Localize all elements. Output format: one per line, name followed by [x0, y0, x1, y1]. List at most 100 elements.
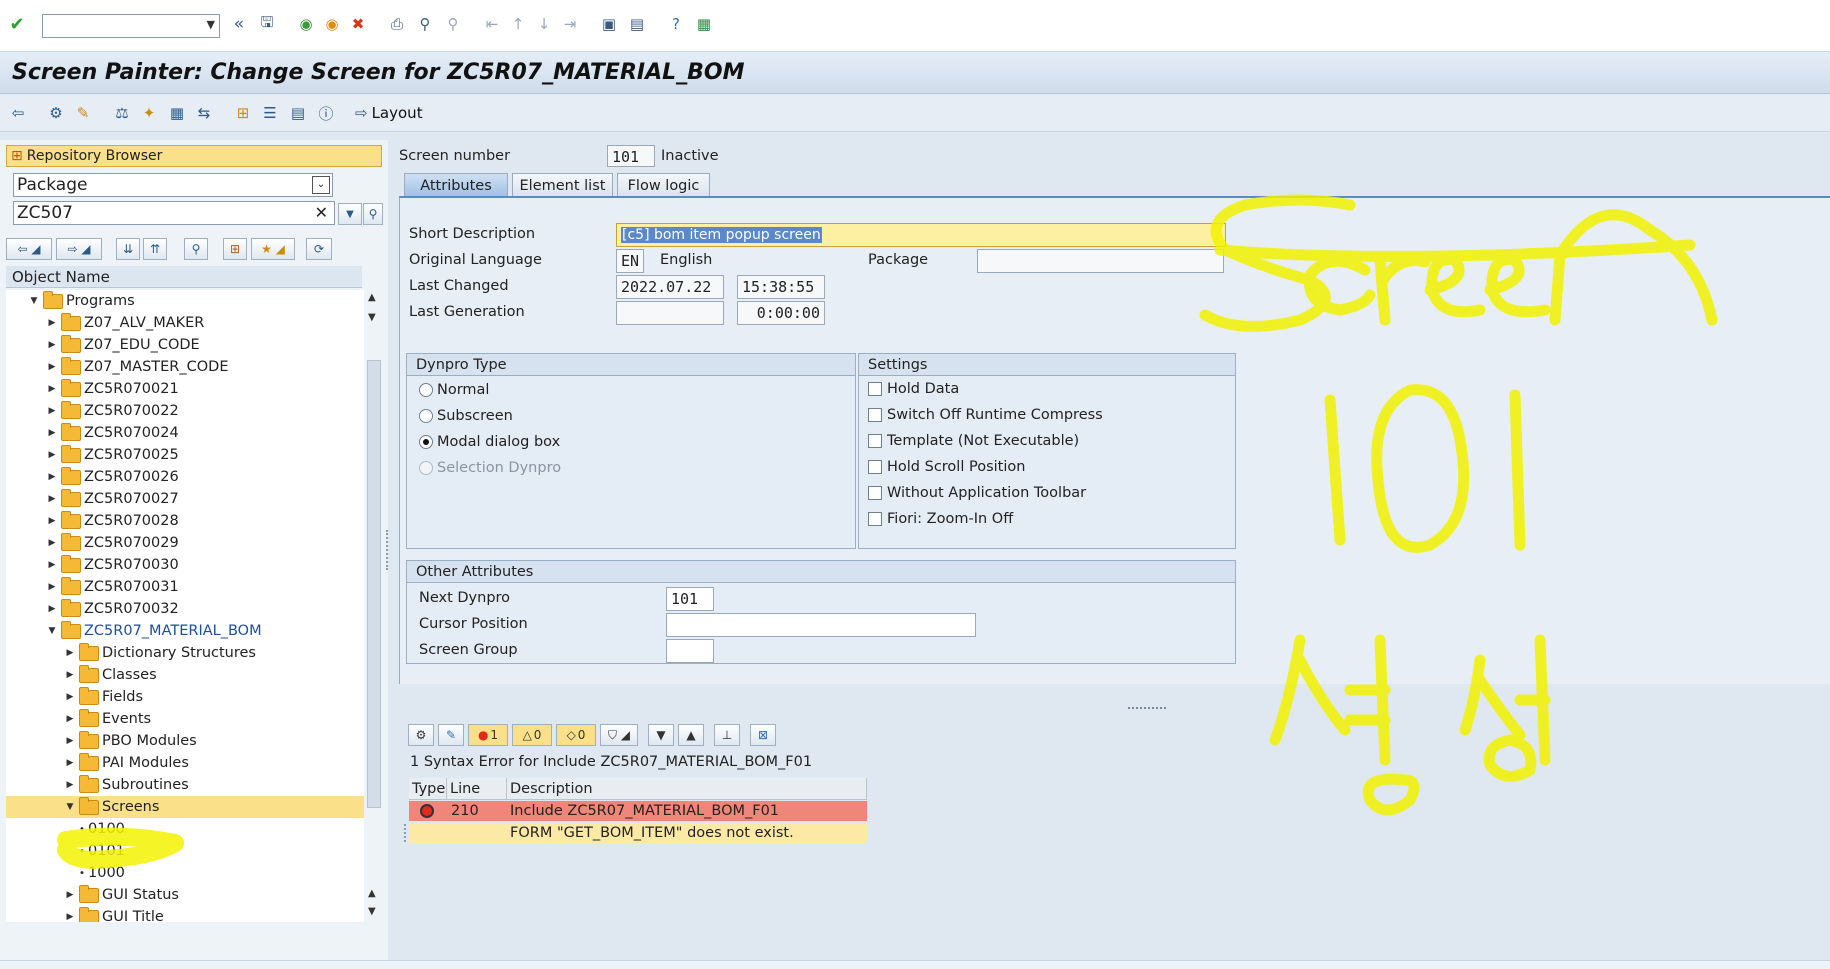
collapsed-arrow-icon[interactable]: ▶ — [46, 472, 58, 482]
expanded-arrow-icon[interactable]: ▼ — [46, 626, 58, 636]
close-log-icon[interactable]: ⊠ — [750, 724, 776, 746]
find-next-icon[interactable]: ⚲ — [442, 13, 464, 35]
collapsed-arrow-icon[interactable]: ▶ — [46, 516, 58, 526]
column-header-line[interactable]: Line — [447, 778, 507, 800]
tree-folder-item[interactable]: ▶ Z07_ALV_MAKER — [6, 312, 364, 334]
tree-folder-item[interactable]: ▶ Dictionary Structures — [6, 642, 364, 664]
collapsed-arrow-icon[interactable]: ▶ — [64, 714, 76, 724]
last-page-icon[interactable]: ⇥ — [559, 13, 581, 35]
help-icon[interactable]: ? — [665, 13, 687, 35]
horizontal-splitter[interactable] — [394, 704, 1830, 716]
test-icon[interactable]: ▦ — [166, 102, 188, 124]
favorites-star-icon[interactable]: ★ ◢ — [251, 238, 295, 260]
tree-folder-item[interactable]: ▶ PBO Modules — [6, 730, 364, 752]
log-splitter-handle[interactable] — [404, 824, 408, 842]
radio-normal[interactable]: Normal — [419, 382, 489, 398]
warnings-filter-button[interactable]: △ 0 — [512, 724, 552, 746]
checkbox-hold-scroll-position[interactable]: Hold Scroll Position — [868, 459, 1025, 475]
collapsed-arrow-icon[interactable]: ▶ — [46, 340, 58, 350]
tree-folder-item[interactable]: ▶ ZC5R070031 — [6, 576, 364, 598]
next-dynpro-input[interactable]: 101 — [666, 587, 714, 611]
cancel-icon[interactable]: ✖ — [347, 13, 369, 35]
prev-page-icon[interactable]: ↑ — [507, 13, 529, 35]
tree-folder-item[interactable]: ▶ Subroutines — [6, 774, 364, 796]
tree-folder-item[interactable]: ▶ Events — [6, 708, 364, 730]
new-session-icon[interactable]: ▣ — [598, 13, 620, 35]
sort-up-icon[interactable]: ▲ — [678, 724, 704, 746]
enter-icon[interactable]: ✔ — [6, 13, 28, 35]
screen-group-input[interactable] — [666, 639, 714, 663]
customize-icon[interactable]: ▦ — [693, 13, 715, 35]
tree-leaf-item[interactable]: • 0101 — [6, 840, 364, 862]
collapsed-arrow-icon[interactable]: ▶ — [46, 450, 58, 460]
tree-scrollbar[interactable]: ▲ ▼ ▲ ▼ — [366, 290, 382, 922]
collapsed-arrow-icon[interactable]: ▶ — [46, 406, 58, 416]
find-icon[interactable]: ⚲ — [414, 13, 436, 35]
expanded-arrow-icon[interactable]: ▼ — [64, 802, 76, 812]
tree-leaf-item[interactable]: • 0100 — [6, 818, 364, 840]
radio-modal-dialog[interactable]: Modal dialog box — [419, 434, 560, 450]
edit-icon[interactable]: ✎ — [438, 724, 464, 746]
collapsed-arrow-icon[interactable]: ▶ — [64, 890, 76, 900]
collapsed-arrow-icon[interactable]: ▶ — [46, 560, 58, 570]
radio-subscreen[interactable]: Subscreen — [419, 408, 513, 424]
collapsed-arrow-icon[interactable]: ▶ — [46, 384, 58, 394]
short-description-input[interactable]: [c5] bom item popup screen — [616, 223, 1226, 247]
tree-folder-item[interactable]: ▼ Programs — [6, 290, 364, 312]
first-page-icon[interactable]: ⇤ — [481, 13, 503, 35]
panel-splitter-handle[interactable] — [386, 530, 390, 570]
collapsed-arrow-icon[interactable]: ▶ — [46, 362, 58, 372]
tree-folder-item[interactable]: ▶ ZC5R070026 — [6, 466, 364, 488]
collapse-all-icon[interactable]: ⇈ — [143, 238, 167, 260]
save-icon[interactable]: 🖫 — [256, 13, 278, 35]
tab-attributes[interactable]: Attributes — [404, 173, 508, 197]
scroll-thumb[interactable] — [367, 360, 381, 808]
tree-folder-item[interactable]: ▶ Classes — [6, 664, 364, 686]
chevron-down-icon[interactable]: ⌄ — [312, 176, 330, 194]
tree-folder-item[interactable]: ▶ ZC5R070030 — [6, 554, 364, 576]
other-object-icon[interactable]: ⚙ — [45, 102, 67, 124]
tree-folder-item[interactable]: ▶ ZC5R070028 — [6, 510, 364, 532]
dropdown-button[interactable]: ▼ — [338, 203, 362, 225]
scroll-up-icon[interactable]: ▲ — [368, 292, 376, 303]
filter-icon[interactable]: ⛉ ◢ — [600, 724, 638, 746]
tree-folder-item[interactable]: ▶ ZC5R070025 — [6, 444, 364, 466]
collapsed-arrow-icon[interactable]: ▶ — [64, 758, 76, 768]
back-arrow-icon[interactable]: ⇦ — [7, 102, 29, 124]
tree-folder-item[interactable]: ▶ ZC5R070022 — [6, 400, 364, 422]
tree-folder-item[interactable]: ▶ ZC5R070024 — [6, 422, 364, 444]
collapsed-arrow-icon[interactable]: ▶ — [46, 582, 58, 592]
tree-folder-item[interactable]: ▶ ZC5R070032 — [6, 598, 364, 620]
where-used-icon[interactable]: ⇆ — [193, 102, 215, 124]
check-icon[interactable]: ⚖ — [111, 102, 133, 124]
expand-all-icon[interactable]: ⇊ — [116, 238, 140, 260]
collapsed-arrow-icon[interactable]: ▶ — [64, 780, 76, 790]
align-icon[interactable]: ☰ — [259, 102, 281, 124]
collapsed-arrow-icon[interactable]: ▶ — [64, 692, 76, 702]
collapsed-arrow-icon[interactable]: ▶ — [46, 318, 58, 328]
collapsed-arrow-icon[interactable]: ▶ — [64, 670, 76, 680]
command-field[interactable]: ▼ — [42, 14, 220, 38]
info-icon[interactable]: ⓘ — [315, 102, 337, 124]
binoculars-icon[interactable]: ⚲ — [184, 238, 208, 260]
column-header-description[interactable]: Description — [507, 778, 867, 800]
tree-folder-item[interactable]: ▶ ZC5R070029 — [6, 532, 364, 554]
display-change-icon[interactable]: ✎ — [72, 102, 94, 124]
tab-element-list[interactable]: Element list — [512, 173, 613, 197]
checkbox-template[interactable]: Template (Not Executable) — [868, 433, 1079, 449]
tree-folder-item[interactable]: ▼ ZC5R07_MATERIAL_BOM — [6, 620, 364, 642]
tree-folder-item[interactable]: ▼ Screens — [6, 796, 364, 818]
tab-flow-logic[interactable]: Flow logic — [617, 173, 710, 197]
dropdown-arrow-icon[interactable]: ▼ — [207, 18, 215, 31]
scroll-up-icon[interactable]: ▲ — [368, 888, 376, 899]
sort-down-icon[interactable]: ▼ — [648, 724, 674, 746]
collapsed-arrow-icon[interactable]: ▶ — [64, 736, 76, 746]
collapsed-arrow-icon[interactable]: ▶ — [46, 604, 58, 614]
collapsed-arrow-icon[interactable]: ▶ — [46, 494, 58, 504]
tree-folder-item[interactable]: ▶ GUI Title — [6, 906, 364, 922]
next-page-icon[interactable]: ↓ — [533, 13, 555, 35]
collapsed-arrow-icon[interactable]: ▶ — [46, 538, 58, 548]
table-icon[interactable]: ▤ — [287, 102, 309, 124]
display-icon[interactable]: ⚲ — [363, 203, 383, 225]
tree-folder-item[interactable]: ▶ ZC5R070027 — [6, 488, 364, 510]
